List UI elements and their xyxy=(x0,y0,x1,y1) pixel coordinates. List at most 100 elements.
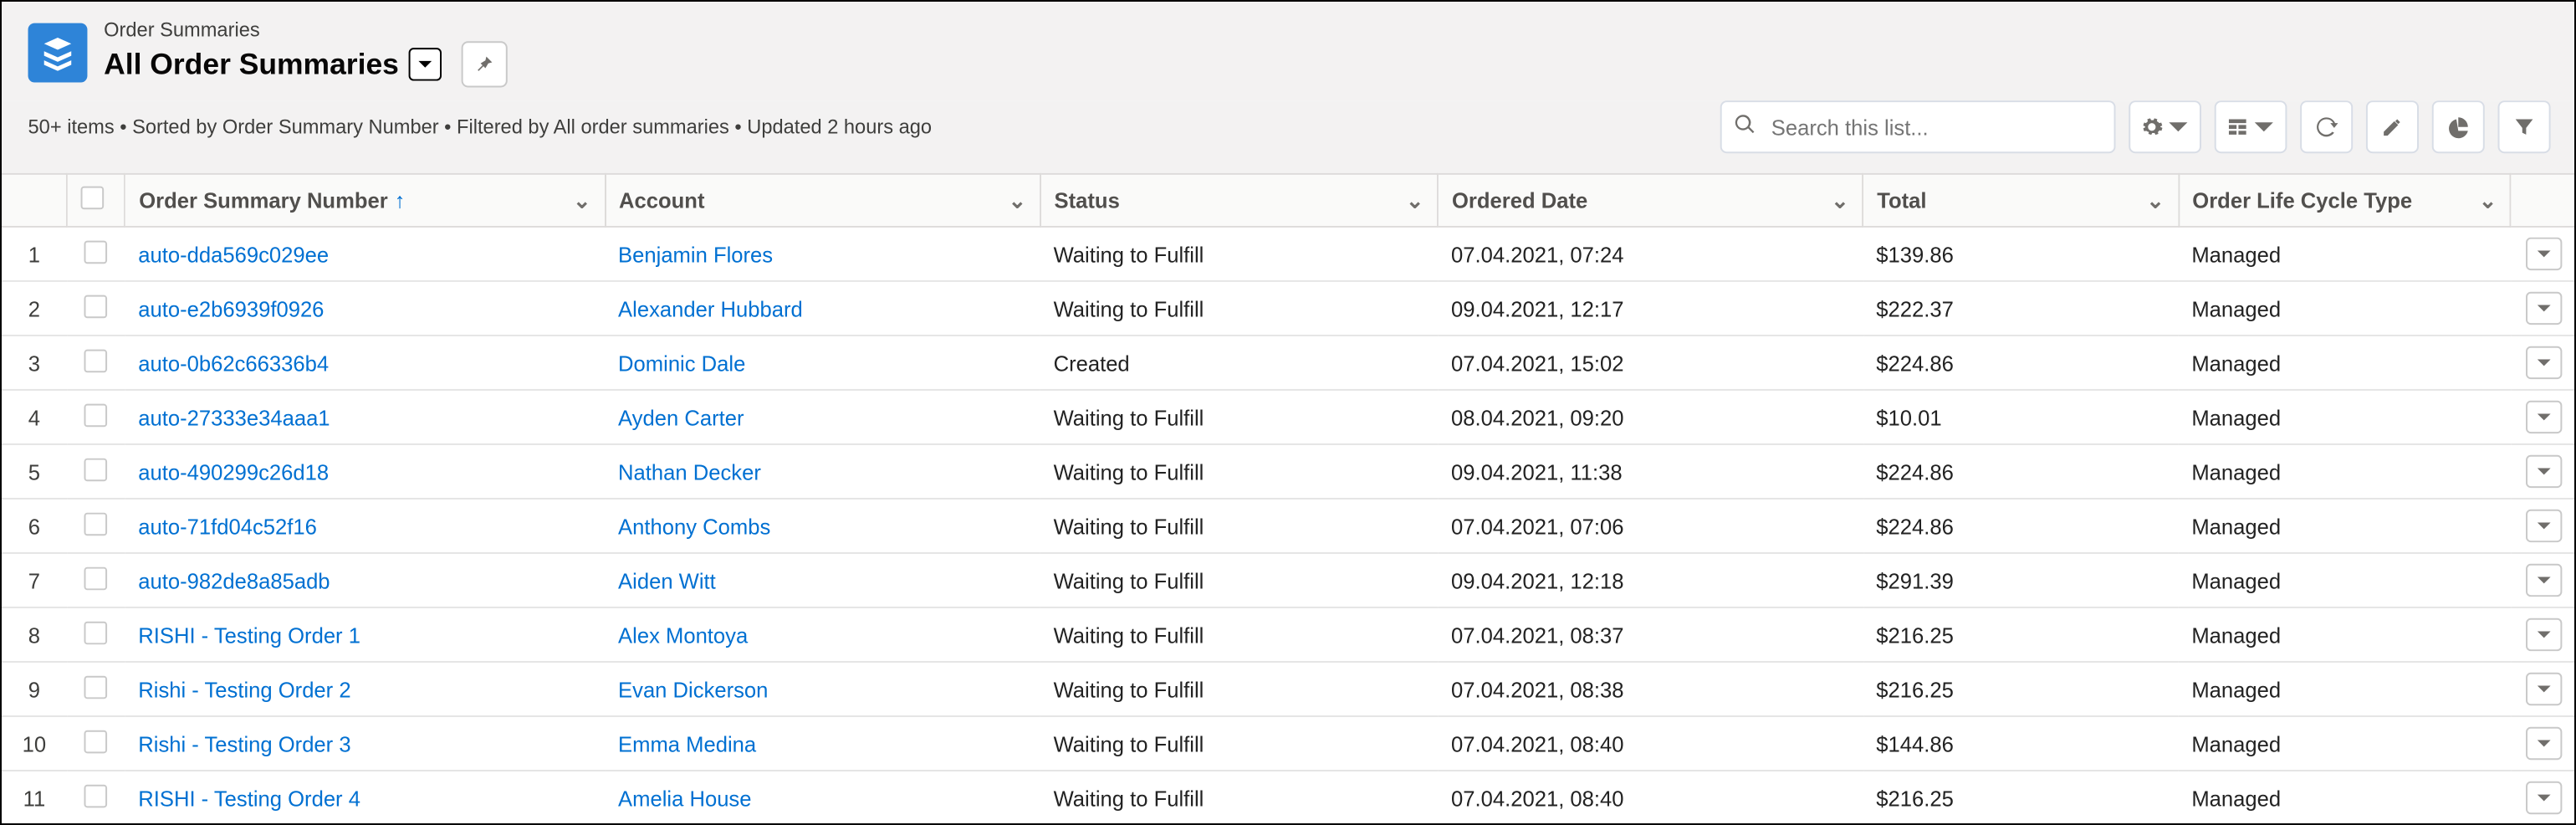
row-actions-button[interactable] xyxy=(2525,455,2561,488)
cell-actions xyxy=(2511,444,2576,499)
row-actions-button[interactable] xyxy=(2525,673,2561,705)
row-select[interactable] xyxy=(67,716,125,771)
refresh-button[interactable] xyxy=(2300,100,2353,153)
search-input[interactable] xyxy=(1720,100,2116,153)
row-select[interactable] xyxy=(67,499,125,553)
order-summary-link[interactable]: Rishi - Testing Order 3 xyxy=(138,731,350,756)
account-link[interactable]: Evan Dickerson xyxy=(618,677,768,702)
checkbox[interactable] xyxy=(84,621,108,644)
col-status[interactable]: Status⌄ xyxy=(1040,174,1438,227)
row-actions-button[interactable] xyxy=(2525,727,2561,760)
account-link[interactable]: Ayden Carter xyxy=(618,405,744,430)
row-actions-button[interactable] xyxy=(2525,781,2561,814)
order-summary-link[interactable]: auto-490299c26d18 xyxy=(138,459,329,484)
chevron-down-icon[interactable]: ⌄ xyxy=(1009,187,1026,214)
order-summary-link[interactable]: auto-982de8a85adb xyxy=(138,568,330,593)
chevron-down-icon[interactable]: ⌄ xyxy=(573,187,590,214)
row-actions-button[interactable] xyxy=(2525,238,2561,270)
row-select[interactable] xyxy=(67,390,125,444)
checkbox[interactable] xyxy=(84,349,108,372)
row-actions-button[interactable] xyxy=(2525,292,2561,325)
cell-ordered-date: 07.04.2021, 07:06 xyxy=(1438,499,1863,553)
chevron-down-icon[interactable]: ⌄ xyxy=(1831,187,1848,214)
row-select[interactable] xyxy=(67,607,125,662)
order-summary-link[interactable]: RISHI - Testing Order 4 xyxy=(138,786,360,811)
account-link[interactable]: Alexander Hubbard xyxy=(618,296,803,321)
checkbox[interactable] xyxy=(84,730,108,753)
cell-order-summary-number: RISHI - Testing Order 4 xyxy=(125,771,606,825)
checkbox[interactable] xyxy=(84,403,108,427)
order-summary-link[interactable]: auto-dda569c029ee xyxy=(138,242,329,267)
row-select[interactable] xyxy=(67,227,125,281)
cell-total: $216.25 xyxy=(1863,771,2178,825)
col-ordered-date[interactable]: Ordered Date⌄ xyxy=(1438,174,1863,227)
account-link[interactable]: Dominic Dale xyxy=(618,351,745,376)
cell-lifecycle: Managed xyxy=(2179,227,2512,281)
order-summary-link[interactable]: RISHI - Testing Order 1 xyxy=(138,623,360,648)
col-lifecycle-type[interactable]: Order Life Cycle Type⌄ xyxy=(2179,174,2512,227)
row-select[interactable] xyxy=(67,553,125,607)
checkbox[interactable] xyxy=(84,240,108,264)
list-view-name[interactable]: All Order Summaries xyxy=(104,47,399,81)
order-summary-link[interactable]: auto-27333e34aaa1 xyxy=(138,405,330,430)
row-select[interactable] xyxy=(67,336,125,390)
chevron-down-icon[interactable]: ⌄ xyxy=(2479,187,2497,214)
row-select[interactable] xyxy=(67,662,125,716)
data-table: Order Summary Number↑⌄ Account⌄ Status⌄ … xyxy=(2,173,2576,825)
account-link[interactable]: Anthony Combs xyxy=(618,514,770,539)
row-select[interactable] xyxy=(67,771,125,825)
cell-account: Anthony Combs xyxy=(605,499,1040,553)
row-actions-button[interactable] xyxy=(2525,618,2561,651)
checkbox[interactable] xyxy=(84,458,108,481)
caret-down-icon xyxy=(2535,790,2552,807)
table-row: 10 Rishi - Testing Order 3 Emma Medina Wait… xyxy=(2,716,2576,771)
row-select[interactable] xyxy=(67,281,125,336)
row-actions-button[interactable] xyxy=(2525,564,2561,597)
row-number: 4 xyxy=(2,390,67,444)
cell-lifecycle: Managed xyxy=(2179,444,2512,499)
object-label: Order Summaries xyxy=(104,18,508,42)
checkbox[interactable] xyxy=(84,784,108,807)
account-link[interactable]: Benjamin Flores xyxy=(618,242,773,267)
row-actions-button[interactable] xyxy=(2525,510,2561,542)
cell-status: Waiting to Fulfill xyxy=(1040,716,1438,771)
order-summary-link[interactable]: auto-0b62c66336b4 xyxy=(138,351,329,376)
display-as-button[interactable] xyxy=(2215,100,2287,153)
col-account[interactable]: Account⌄ xyxy=(605,174,1040,227)
cell-total: $139.86 xyxy=(1863,227,2178,281)
checkbox[interactable] xyxy=(84,675,108,699)
row-number: 10 xyxy=(2,716,67,771)
checkbox[interactable] xyxy=(84,566,108,590)
list-settings-button[interactable] xyxy=(2129,100,2201,153)
account-link[interactable]: Nathan Decker xyxy=(618,459,761,484)
account-link[interactable]: Emma Medina xyxy=(618,731,756,756)
chevron-down-icon[interactable]: ⌄ xyxy=(1406,187,1423,214)
cell-order-summary-number: auto-71fd04c52f16 xyxy=(125,499,606,553)
col-actions xyxy=(2511,174,2576,227)
cell-actions xyxy=(2511,499,2576,553)
checkbox[interactable] xyxy=(84,295,108,318)
account-link[interactable]: Alex Montoya xyxy=(618,623,748,648)
chevron-down-icon[interactable]: ⌄ xyxy=(2146,187,2164,214)
edit-list-button[interactable] xyxy=(2366,100,2419,153)
order-summary-link[interactable]: auto-71fd04c52f16 xyxy=(138,514,317,539)
cell-order-summary-number: auto-dda569c029ee xyxy=(125,227,606,281)
chart-button[interactable] xyxy=(2432,100,2485,153)
cell-account: Evan Dickerson xyxy=(605,662,1040,716)
row-select[interactable] xyxy=(67,444,125,499)
checkbox[interactable] xyxy=(81,187,105,210)
filter-icon xyxy=(2512,115,2536,139)
row-actions-button[interactable] xyxy=(2525,346,2561,379)
filter-button[interactable] xyxy=(2498,100,2551,153)
account-link[interactable]: Amelia House xyxy=(618,786,751,811)
account-link[interactable]: Aiden Witt xyxy=(618,568,716,593)
order-summary-link[interactable]: Rishi - Testing Order 2 xyxy=(138,677,350,702)
checkbox[interactable] xyxy=(84,512,108,535)
list-view-switcher[interactable] xyxy=(409,48,442,80)
order-summary-link[interactable]: auto-e2b6939f0926 xyxy=(138,296,324,321)
row-actions-button[interactable] xyxy=(2525,401,2561,433)
col-total[interactable]: Total⌄ xyxy=(1863,174,2178,227)
pin-list-button[interactable] xyxy=(462,41,508,87)
col-order-summary-number[interactable]: Order Summary Number↑⌄ xyxy=(125,174,606,227)
col-select-all[interactable] xyxy=(67,174,125,227)
